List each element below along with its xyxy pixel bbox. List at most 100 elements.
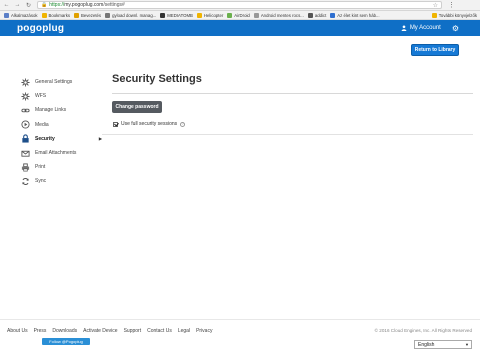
sync-icon (20, 176, 30, 186)
secure-lock-icon: 🔒 (41, 2, 48, 8)
my-account-label: My Account (409, 25, 441, 31)
bookmark-star-icon[interactable]: ☆ (433, 2, 438, 9)
bookmark-item[interactable]: Bevezetés (74, 12, 102, 18)
bookmark-favicon-icon (330, 12, 336, 18)
ssl-checkbox[interactable] (113, 121, 118, 127)
bookmark-label: MEDIATOMB (167, 12, 193, 18)
more-bookmarks[interactable]: További könyvjelzők (431, 12, 477, 18)
footer-link-press[interactable]: Press (34, 328, 47, 334)
bookmark-label: AirDroid (234, 12, 250, 18)
forward-icon[interactable]: → (13, 1, 22, 10)
bookmark-item[interactable]: gyload downl. manag... (105, 12, 157, 18)
bookmark-item[interactable]: Alkalmazások (4, 12, 38, 18)
printer-icon (20, 162, 30, 172)
sidebar-item-sync[interactable]: Sync (20, 174, 102, 188)
content-divider (102, 134, 473, 135)
url-path: /settings# (103, 2, 125, 8)
bookmark-favicon-icon (253, 12, 259, 18)
gear-icon (20, 77, 30, 87)
change-password-button[interactable]: Change password (112, 101, 162, 113)
bookmark-item[interactable]: Bookmarks (41, 12, 71, 18)
ssl-label: Use full security sessions (121, 121, 178, 127)
sidebar-item-manage-links[interactable]: Manage Links (20, 103, 102, 117)
app-header: pogoplug My Account ⚙ (0, 20, 480, 36)
person-icon (401, 25, 407, 31)
address-bar[interactable]: 🔒 https:// my.pogoplug.com /settings# ☆ (37, 1, 442, 9)
gear-icon (20, 91, 30, 101)
bookmarks-bar: Alkalmazások Bookmarks Bevezetés gyload dow… (0, 11, 480, 20)
footer-links: About Us Press Downloads Activate Device Sup… (7, 328, 218, 334)
bookmark-favicon-icon (196, 12, 202, 18)
browser-toolbar: ← → ↻ 🔒 https:// my.pogoplug.com /settin… (0, 0, 480, 11)
sidebar-item-print[interactable]: Print (20, 160, 102, 174)
footer-link-support[interactable]: Support (124, 328, 142, 334)
sidebar-item-label: Sync (35, 178, 47, 185)
language-value: English (418, 341, 435, 348)
bookmark-label: Helicopter (203, 12, 224, 18)
footer-link-contact-us[interactable]: Contact Us (147, 328, 172, 334)
footer-divider (0, 319, 480, 320)
bookmark-label: Android mentes rocs... (260, 12, 304, 18)
return-to-library-button[interactable]: Return to Library (411, 44, 459, 56)
sidebar-item-label: Email Attachments (35, 150, 77, 157)
bookmark-label: Alkalmazások (11, 12, 38, 18)
footer-link-privacy[interactable]: Privacy (196, 328, 212, 334)
sidebar-item-label: Media (35, 121, 49, 128)
sidebar-item-wfs[interactable]: WFS (20, 89, 102, 103)
sidebar-item-label: Manage Links (35, 107, 67, 114)
my-account-button[interactable]: My Account (401, 25, 441, 31)
sidebar-item-label: Print (35, 164, 46, 171)
bookmark-favicon-icon (307, 12, 313, 18)
bookmark-label: Bookmarks (48, 12, 71, 18)
link-icon (20, 105, 30, 115)
page-title: Security Settings (112, 73, 202, 85)
url-scheme: https:// (49, 2, 65, 8)
media-icon (20, 120, 30, 130)
settings-sidebar: General Settings WFS Manage Links Media Secu… (20, 75, 102, 189)
lock-icon (20, 134, 30, 144)
sidebar-item-media[interactable]: Media (20, 118, 102, 132)
bookmark-label: Az élet kint sem háb... (337, 12, 380, 18)
bookmark-item[interactable]: MEDIATOMB (160, 12, 193, 18)
bookmark-favicon-icon (74, 12, 80, 18)
title-divider (112, 93, 473, 94)
twitter-follow-button[interactable]: Follow @Pogoplug (42, 338, 90, 345)
footer-link-downloads[interactable]: Downloads (52, 328, 77, 334)
bookmark-favicon-icon (227, 12, 233, 18)
bookmark-label: addict (314, 12, 327, 18)
gear-icon[interactable]: ⚙ (452, 24, 459, 33)
url-host: my.pogoplug.com (64, 2, 104, 8)
copyright: © 2016 Cloud Engines, Inc. All Rights Re… (374, 328, 472, 333)
bookmark-favicon-icon (160, 12, 166, 18)
more-bookmarks-label: További könyvjelzők (438, 12, 477, 18)
bookmark-item[interactable]: Az élet kint sem háb... (330, 12, 380, 18)
bookmark-item[interactable]: AirDroid (227, 12, 250, 18)
folder-icon (431, 12, 437, 18)
bookmark-item[interactable]: addict (307, 12, 327, 18)
sidebar-item-general-settings[interactable]: General Settings (20, 75, 102, 89)
help-icon[interactable]: ? (180, 121, 186, 127)
bookmark-label: Bevezetés (81, 12, 102, 18)
bookmark-label: gyload downl. manag... (112, 12, 157, 18)
back-icon[interactable]: ← (2, 1, 11, 10)
footer-link-legal[interactable]: Legal (178, 328, 190, 334)
ssl-option[interactable]: Use full security sessions ? (113, 121, 186, 127)
logo[interactable]: pogoplug (17, 23, 64, 34)
chevron-down-icon: ▼ (465, 342, 469, 347)
language-select[interactable]: English ▼ (414, 340, 472, 349)
sidebar-item-email-attachments[interactable]: Email Attachments (20, 146, 102, 160)
mail-icon (20, 148, 30, 158)
bookmark-item[interactable]: Helicopter (196, 12, 224, 18)
footer-link-about-us[interactable]: About Us (7, 328, 28, 334)
footer-link-activate-device[interactable]: Activate Device (83, 328, 117, 334)
browser-menu-icon[interactable]: ⋮ (448, 1, 455, 9)
twitter-follow-label: Follow @Pogoplug (49, 339, 83, 344)
bookmark-favicon-icon (41, 12, 47, 18)
sidebar-item-label: General Settings (35, 79, 73, 86)
bookmark-item[interactable]: Android mentes rocs... (253, 12, 304, 18)
sidebar-item-security[interactable]: Security ▶ (20, 132, 102, 146)
bookmark-favicon-icon (4, 12, 9, 18)
reload-icon[interactable]: ↻ (24, 1, 33, 10)
sidebar-item-label: Security (35, 135, 55, 142)
sidebar-item-label: WFS (35, 93, 47, 100)
